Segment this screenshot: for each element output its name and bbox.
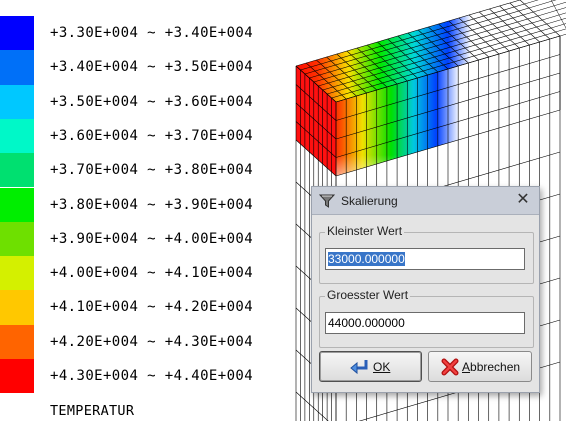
cancel-label: Abbrechen [462,360,520,374]
legend-row: +3.90E+004 ~ +4.00E+004 [0,221,300,257]
legend-swatch [0,16,34,51]
dialog-title: Skalierung [341,194,398,208]
ok-button[interactable]: OK [319,351,422,382]
close-button[interactable]: ✕ [512,190,534,211]
legend-range-label: +4.20E+004 ~ +4.30E+004 [50,333,254,350]
cancel-mnemonic: A [462,360,471,374]
min-value-input[interactable]: 33000.000000 [325,248,525,270]
legend-row: +3.70E+004 ~ +3.80E+004 [0,153,300,188]
legend-swatch [0,50,34,85]
legend-row: +4.20E+004 ~ +4.30E+004 [0,324,300,359]
legend-swatch [0,187,34,222]
return-arrow-icon [350,360,368,375]
legend-row: +4.00E+004 ~ +4.10E+004 [0,256,300,291]
legend-row: +4.30E+004 ~ +4.40E+004 [0,359,300,394]
scaling-dialog: Skalierung ✕ Kleinster Wert 33000.000000… [311,186,540,393]
min-value-label: Kleinster Wert [325,224,405,238]
legend-swatch [0,84,34,119]
min-value-group: Kleinster Wert 33000.000000 [319,224,534,284]
cancel-rest: bbrechen [470,360,521,374]
legend-range-label: +4.10E+004 ~ +4.20E+004 [50,299,254,316]
legend-range-label: +3.40E+004 ~ +3.50E+004 [50,59,254,76]
max-value-group: Groesster Wert [319,288,534,348]
legend-range-label: +3.70E+004 ~ +3.80E+004 [50,162,254,179]
legend-swatch [0,290,34,325]
legend-row: +3.80E+004 ~ +3.90E+004 [0,187,300,222]
legend-swatch [0,118,34,154]
legend-range-label: +3.50E+004 ~ +3.60E+004 [50,93,254,110]
legend-row: +4.10E+004 ~ +4.20E+004 [0,290,300,325]
legend-title: TEMPERATUR [50,403,135,419]
legend-row: +3.60E+004 ~ +3.70E+004 [0,118,300,154]
max-value-input[interactable] [325,312,525,334]
dialog-titlebar[interactable]: Skalierung ✕ [312,187,539,215]
legend-range-label: +3.80E+004 ~ +3.90E+004 [50,196,254,213]
legend-row: +3.30E+004 ~ +3.40E+004 [0,16,300,51]
max-value-label: Groesster Wert [325,288,411,302]
legend-swatch [0,221,34,257]
legend-row: +3.50E+004 ~ +3.60E+004 [0,84,300,119]
legend-range-label: +3.30E+004 ~ +3.40E+004 [50,25,254,41]
legend-swatch [0,256,34,291]
funnel-icon [319,194,335,208]
ok-label: OK [373,360,391,374]
legend-swatch [0,359,34,394]
legend-swatch [0,324,34,359]
legend-range-label: +3.60E+004 ~ +3.70E+004 [50,127,254,144]
legend-range-label: +4.00E+004 ~ +4.10E+004 [50,265,254,282]
legend-range-label: +3.90E+004 ~ +4.00E+004 [50,230,254,247]
red-x-icon [441,358,459,376]
legend-row: +3.40E+004 ~ +3.50E+004 [0,50,300,85]
legend-range-label: +4.30E+004 ~ +4.40E+004 [50,368,254,384]
legend-swatch [0,153,34,188]
min-value-text: 33000.000000 [328,252,405,266]
cancel-button[interactable]: Abbrechen [428,351,532,382]
